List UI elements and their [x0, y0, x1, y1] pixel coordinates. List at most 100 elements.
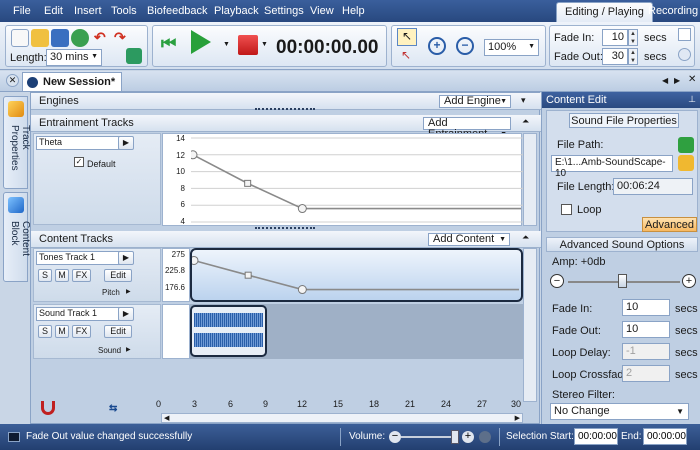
track-menu-arrow-icon[interactable]: ▶: [118, 307, 134, 321]
browse-folder-icon[interactable]: [678, 155, 694, 171]
tab-content-block[interactable]: Content Block: [3, 192, 31, 282]
default-checkbox[interactable]: ✓: [74, 157, 84, 167]
mute-button[interactable]: M: [55, 325, 69, 338]
fade-in-field[interactable]: 10: [602, 29, 628, 46]
add-content-button[interactable]: Add Content ▼: [428, 233, 510, 246]
content-scrollbar[interactable]: [523, 248, 537, 402]
play-button[interactable]: [191, 30, 211, 54]
tab-track-properties[interactable]: Track Properties: [3, 96, 31, 189]
fx-button[interactable]: FX: [72, 325, 91, 338]
adv-fade-in-field[interactable]: 10: [622, 299, 670, 316]
envelope-point[interactable]: [297, 285, 307, 295]
zoom-in-icon[interactable]: +: [428, 37, 446, 55]
undo-icon[interactable]: ↶: [94, 29, 106, 46]
envelope-point[interactable]: [191, 150, 198, 160]
advanced-button[interactable]: Advanced: [642, 217, 697, 232]
time-tick: 12: [297, 399, 308, 409]
page-icon[interactable]: [678, 28, 691, 41]
tab-new-session[interactable]: New Session*: [22, 72, 123, 91]
envelope-point[interactable]: [244, 271, 252, 279]
edit-button[interactable]: Edit: [104, 325, 132, 338]
track-menu-arrow-icon[interactable]: ▶: [118, 136, 134, 150]
magnet-icon[interactable]: [41, 401, 55, 415]
fx-button[interactable]: FX: [72, 269, 91, 282]
loop-checkbox[interactable]: [561, 204, 572, 215]
mute-icon[interactable]: [479, 431, 491, 443]
save-icon[interactable]: [51, 29, 69, 47]
file-path-field[interactable]: E:\1...Amb-SoundScape-10: [551, 155, 673, 179]
pin-icon[interactable]: ⊥: [688, 94, 696, 105]
refresh-icon[interactable]: [71, 29, 89, 47]
open-folder-icon[interactable]: [31, 29, 49, 47]
amp-decrease-icon[interactable]: −: [550, 274, 564, 288]
splitter-handle[interactable]: [255, 108, 315, 111]
scroll-right-icon[interactable]: ▶: [515, 414, 520, 422]
track-menu-arrow-icon[interactable]: ▶: [118, 251, 134, 265]
splitter-handle[interactable]: [255, 227, 315, 230]
collapse-up-icon[interactable]: ⏶: [522, 116, 529, 127]
menu-biofeedback[interactable]: Biofeedback: [147, 5, 208, 17]
fade-out-field[interactable]: 30: [602, 48, 628, 65]
amp-slider-thumb[interactable]: [618, 274, 627, 288]
sound-content-block[interactable]: [190, 305, 267, 357]
collapse-chevron-icon[interactable]: ▾: [521, 95, 526, 106]
zoom-out-icon[interactable]: −: [456, 37, 474, 55]
add-entrainment-button[interactable]: Add Entrainment▼: [423, 117, 511, 140]
scroll-left-icon[interactable]: ◀: [662, 76, 668, 85]
play-options-chevron-icon[interactable]: ▼: [223, 41, 230, 48]
scroll-left-icon[interactable]: ◀: [164, 414, 169, 422]
solo-button[interactable]: S: [38, 269, 52, 282]
menu-help[interactable]: Help: [342, 5, 365, 17]
redo-icon[interactable]: ↷: [114, 29, 126, 46]
menu-settings[interactable]: Settings: [264, 5, 304, 17]
selection-start-field[interactable]: 00:00:00: [574, 428, 618, 445]
menu-playback[interactable]: Playback: [214, 5, 259, 17]
tab-editing-playing[interactable]: Editing / Playing: [556, 2, 653, 22]
length-select[interactable]: 30 mins ▼: [46, 49, 102, 66]
tones-content-block[interactable]: [190, 248, 523, 302]
fade-out-spinner[interactable]: ▲ ▼: [628, 48, 638, 65]
envelope-point[interactable]: [192, 255, 199, 265]
selection-end-field[interactable]: 00:00:00: [643, 428, 687, 445]
menu-view[interactable]: View: [310, 5, 334, 17]
entrainment-plot[interactable]: 14 12 10 8 6 4: [162, 133, 523, 226]
apply-length-icon[interactable]: [126, 48, 142, 64]
volume-slider-track[interactable]: [401, 436, 453, 438]
settings-icon[interactable]: [678, 48, 691, 61]
close-icon[interactable]: ✕: [6, 74, 19, 87]
record-stop-button[interactable]: [238, 35, 258, 55]
stereo-filter-select[interactable]: No Change ▼: [550, 403, 689, 420]
rewind-button[interactable]: ⏮: [161, 34, 176, 54]
adv-fade-out-field[interactable]: 10: [622, 321, 670, 338]
zoom-select[interactable]: 100% ▼: [484, 39, 539, 56]
solo-button[interactable]: S: [38, 325, 52, 338]
volume-up-icon[interactable]: +: [462, 431, 474, 443]
param-arrow-icon[interactable]: ▶: [126, 346, 131, 353]
envelope-point[interactable]: [244, 179, 252, 187]
volume-down-icon[interactable]: −: [389, 431, 401, 443]
envelope-point[interactable]: [297, 204, 307, 214]
timeline-scrollbar[interactable]: ◀ ▶: [161, 413, 523, 423]
scroll-right-icon[interactable]: ▶: [674, 76, 680, 85]
collapse-up-icon[interactable]: ⏶: [522, 232, 529, 243]
record-options-chevron-icon[interactable]: ▼: [261, 41, 268, 48]
param-arrow-icon[interactable]: ▶: [126, 288, 131, 295]
entrainment-scrollbar[interactable]: [523, 133, 537, 226]
menu-tools[interactable]: Tools: [111, 5, 137, 17]
reload-file-icon[interactable]: [678, 137, 694, 153]
mute-button[interactable]: M: [55, 269, 69, 282]
volume-slider-thumb[interactable]: [451, 430, 459, 444]
menu-edit[interactable]: Edit: [44, 5, 63, 17]
menu-file[interactable]: File: [13, 5, 31, 17]
close-session-icon[interactable]: ✕: [688, 74, 696, 85]
edit-button[interactable]: Edit: [104, 269, 132, 282]
add-engine-button[interactable]: Add Engine ▼: [439, 95, 511, 108]
new-file-icon[interactable]: [11, 29, 29, 47]
menu-insert[interactable]: Insert: [74, 5, 102, 17]
amp-increase-icon[interactable]: +: [682, 274, 696, 288]
tab-recording[interactable]: Recording: [640, 2, 700, 22]
pointer-tool-icon[interactable]: ↖: [397, 28, 417, 46]
select-tool-icon[interactable]: ↖: [401, 48, 411, 62]
fit-width-icon[interactable]: ⇆: [109, 403, 117, 414]
fade-in-spinner[interactable]: ▲ ▼: [628, 29, 638, 46]
